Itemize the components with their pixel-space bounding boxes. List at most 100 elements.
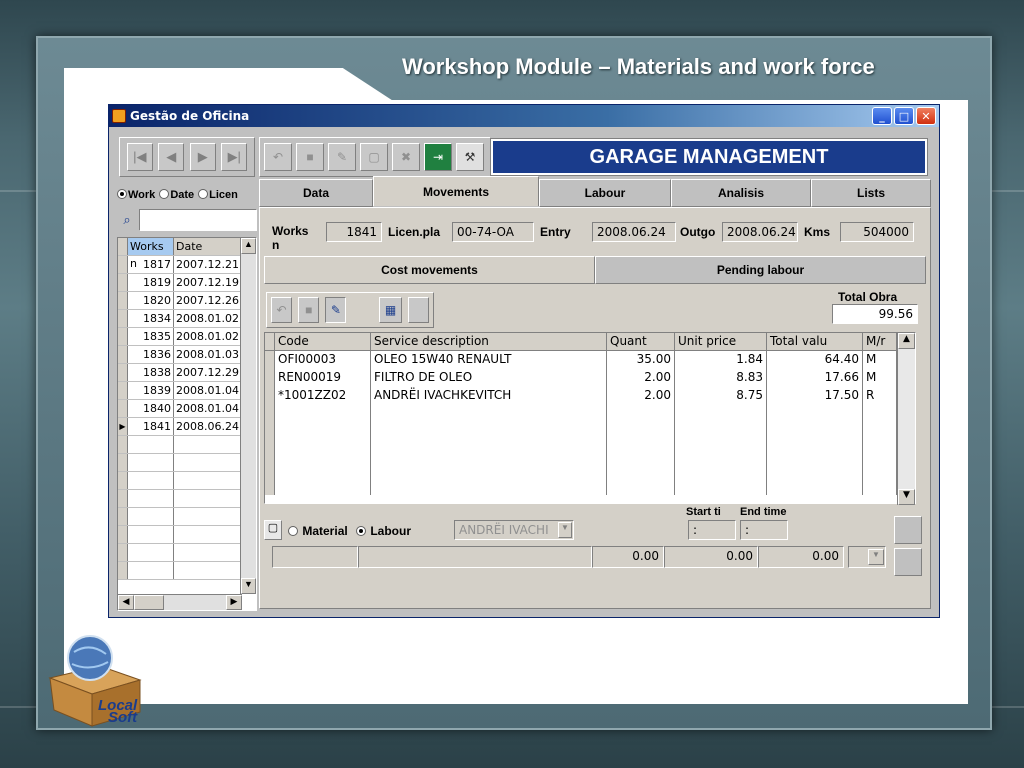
list-item[interactable]: 1835 2008.01.02 (118, 328, 256, 346)
worker-select[interactable]: ANDRËI IVACHI (454, 520, 574, 540)
list-item[interactable]: 1834 2008.01.02 (118, 310, 256, 328)
chevron-down-icon[interactable]: ▼ (868, 549, 884, 565)
undo-button[interactable]: ↶ (264, 143, 292, 171)
col-description[interactable]: Service description (371, 333, 607, 351)
cell-unit (675, 459, 767, 477)
col-code[interactable]: Code (275, 333, 371, 351)
search-input[interactable] (139, 209, 257, 231)
slide-title: Workshop Module – Materials and work for… (402, 54, 875, 79)
tab-lists[interactable]: Lists (811, 179, 931, 207)
next-record-button[interactable]: ▶ (189, 143, 216, 171)
close-button[interactable]: ✕ (916, 107, 936, 125)
works-number: 1835 (128, 328, 174, 345)
table-row[interactable]: REN00019 FILTRO DE OLEO 2.00 8.83 17.66 M (265, 369, 915, 387)
grid-scroll-down[interactable]: ▼ (898, 489, 915, 505)
plate-field[interactable]: 00-74-OA (452, 222, 534, 242)
works-number-field[interactable]: 1841 (326, 222, 382, 242)
quant-entry-field[interactable]: 0.00 (592, 546, 664, 568)
cell-quant (607, 423, 675, 441)
works-list: Works n Date 1817 2007.12.21 1819 2007.12.1… (117, 237, 257, 611)
col-unit-price[interactable]: Unit price (675, 333, 767, 351)
exit-button[interactable]: ⇥ (424, 143, 452, 171)
grid-vertical-scrollbar[interactable]: ▲ ▼ (897, 333, 915, 505)
code-entry-field[interactable] (272, 546, 358, 568)
new-document-icon: ▢ (267, 522, 279, 534)
works-number: 1841 (128, 418, 174, 435)
list-item[interactable]: 1836 2008.01.03 (118, 346, 256, 364)
first-record-button[interactable]: |◀ (126, 143, 153, 171)
scroll-down-button[interactable]: ▼ (241, 578, 256, 594)
works-number: 1839 (128, 382, 174, 399)
cell-code (275, 405, 371, 423)
cell-total: 17.66 (767, 369, 863, 387)
radio-material[interactable]: Material (288, 524, 348, 538)
list-item[interactable]: 1820 2007.12.26 (118, 292, 256, 310)
list-item[interactable]: 1819 2007.12.19 (118, 274, 256, 292)
blank-button[interactable] (407, 297, 430, 323)
kms-field[interactable]: 504000 (840, 222, 914, 242)
new-button[interactable]: ▢ (360, 143, 388, 171)
grid-edit-button[interactable]: ✎ (325, 297, 347, 323)
list-item[interactable]: 1838 2007.12.29 (118, 364, 256, 382)
radio-labour[interactable]: Labour (356, 524, 411, 538)
left-vertical-scrollbar[interactable]: ▲ ▼ (240, 238, 256, 594)
chevron-down-icon[interactable]: ▼ (558, 522, 572, 538)
calculator-button[interactable]: ▦ (379, 297, 402, 323)
table-row[interactable]: OFI00003 OLEO 15W40 RENAULT 35.00 1.84 64.40… (265, 351, 915, 369)
list-item[interactable]: 1817 2007.12.21 (118, 256, 256, 274)
subtab-cost-movements[interactable]: Cost movements (264, 256, 595, 284)
start-time-field[interactable]: : (688, 520, 736, 540)
delete-button[interactable]: ✖ (392, 143, 420, 171)
list-item (118, 562, 256, 580)
tab-labour[interactable]: Labour (539, 179, 671, 207)
outgo-date-field[interactable]: 2008.06.24 (722, 222, 798, 242)
row-indicator (118, 508, 128, 525)
scroll-up-button[interactable]: ▲ (241, 238, 256, 254)
minimize-button[interactable]: _ (872, 107, 892, 125)
maximize-button[interactable]: □ (894, 107, 914, 125)
scroll-right-button[interactable]: ▶ (226, 595, 242, 610)
tab-analisis[interactable]: Analisis (671, 179, 811, 207)
add-line-button[interactable] (894, 548, 922, 576)
grid-scroll-up[interactable]: ▲ (898, 333, 915, 349)
works-number (128, 526, 174, 543)
unit-price-entry-field[interactable]: 0.00 (664, 546, 758, 568)
col-total[interactable]: Total valu (767, 333, 863, 351)
prev-record-button[interactable]: ◀ (158, 143, 185, 171)
radio-work[interactable]: Work (117, 189, 155, 201)
entry-date-field[interactable]: 2008.06.24 (592, 222, 676, 242)
col-quant[interactable]: Quant (607, 333, 675, 351)
tools-button[interactable]: ⚒ (456, 143, 484, 171)
list-item[interactable]: 1839 2008.01.04 (118, 382, 256, 400)
list-item[interactable]: 1840 2008.01.04 (118, 400, 256, 418)
list-item[interactable]: ▶ 1841 2008.06.24 (118, 418, 256, 436)
window-titlebar[interactable]: Gestão de Oficina _ □ ✕ (109, 105, 939, 127)
total-entry-field[interactable]: 0.00 (758, 546, 844, 568)
table-row[interactable]: *1001ZZ02 ANDRËI IVACHKEVITCH 2.00 8.75 17.5… (265, 387, 915, 405)
scroll-left-button[interactable]: ◀ (118, 595, 134, 610)
left-horizontal-scrollbar[interactable]: ◀ ▶ (118, 594, 242, 610)
row-indicator (265, 351, 275, 369)
save-button[interactable]: ■ (296, 143, 324, 171)
radio-licen[interactable]: Licen (198, 189, 238, 201)
col-mr[interactable]: M/r (863, 333, 897, 351)
subtab-pending-labour[interactable]: Pending labour (595, 256, 926, 284)
exit-door-icon: ⇥ (432, 150, 444, 164)
edit-toolbar: ↶ ■ ✎ ▢ ✖ ⇥ ⚒ (259, 137, 491, 177)
grid-undo-button[interactable]: ↶ (271, 297, 293, 323)
end-time-field[interactable]: : (740, 520, 788, 540)
radio-date[interactable]: Date (159, 189, 194, 201)
edit-button[interactable]: ✎ (328, 143, 356, 171)
last-record-button[interactable]: ▶| (221, 143, 248, 171)
h-scroll-thumb[interactable] (134, 595, 164, 610)
tab-data[interactable]: Data (259, 179, 373, 207)
tab-movements[interactable]: Movements (373, 176, 539, 206)
binoculars-icon[interactable]: ⌕ (117, 209, 137, 231)
cell-total (767, 405, 863, 423)
grid-save-button[interactable]: ■ (298, 297, 320, 323)
works-header[interactable]: Works n (128, 238, 174, 270)
confirm-line-button[interactable] (894, 516, 922, 544)
description-entry-field[interactable] (358, 546, 592, 568)
new-line-button[interactable]: ▢ (264, 520, 282, 540)
list-item (118, 436, 256, 454)
